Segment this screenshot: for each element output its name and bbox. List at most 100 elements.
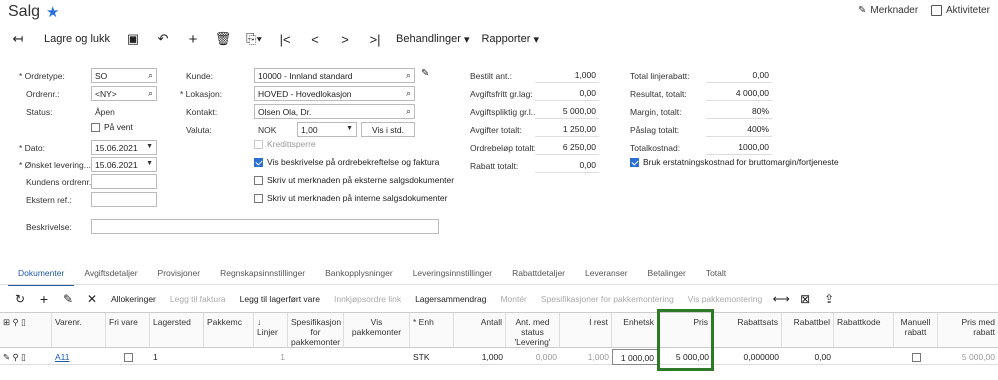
assembly-specs-button[interactable]: Spesifikasjoner for pakkemontering bbox=[534, 294, 681, 304]
cell-item[interactable]: A11 bbox=[52, 349, 106, 365]
add-icon[interactable]: + bbox=[178, 28, 208, 50]
col-disc-pct[interactable]: Rabattsats bbox=[712, 313, 782, 348]
col-manual-disc[interactable]: Manuell rabatt bbox=[894, 313, 938, 348]
taxable-label: Avgiftspliktig gr.l... bbox=[470, 107, 538, 117]
currency-label: Valuta: bbox=[186, 125, 212, 135]
save-icon[interactable]: ▣ bbox=[118, 28, 148, 50]
customer-label: Kunde: bbox=[186, 71, 213, 81]
order-total-label: Ordrebeløp totalt: bbox=[470, 143, 537, 153]
search-icon: ⌕ bbox=[405, 106, 411, 116]
col-spec[interactable]: Spesifikasjon for pakkemonter bbox=[288, 313, 344, 348]
col-qty[interactable]: Antall bbox=[454, 313, 506, 348]
location-label: Lokasjon: bbox=[180, 89, 222, 99]
discount-total-label: Rabatt totalt: bbox=[470, 161, 519, 171]
activities-button[interactable]: Aktiviteter bbox=[931, 5, 990, 16]
order-nbr-label: Ordrenr.: bbox=[26, 89, 60, 99]
location-field[interactable]: HOVED - Hovedlokasjon ⌕ bbox=[254, 86, 415, 101]
external-ref-field[interactable] bbox=[91, 192, 157, 207]
col-warehouse[interactable]: Lagersted bbox=[150, 313, 204, 348]
use-replacement-cost-checkbox[interactable]: Bruk erstatningskostnad for bruttomargin… bbox=[630, 157, 839, 167]
customer-ref-field[interactable] bbox=[91, 174, 157, 189]
on-hold-checkbox[interactable]: På vent bbox=[91, 122, 133, 132]
col-line[interactable]: ↓ Linjer bbox=[254, 313, 288, 348]
edit-icon[interactable]: ✎ bbox=[421, 68, 429, 79]
cell-unit-price[interactable]: 1 000,00 bbox=[612, 349, 658, 365]
save-close-button[interactable]: Lagre og lukk bbox=[36, 28, 118, 50]
inventory-summary-button[interactable]: Lagersammendrag bbox=[408, 294, 493, 304]
status-label: Status: bbox=[26, 107, 53, 117]
col-uom[interactable]: Enh bbox=[410, 313, 454, 348]
order-type-label: Ordretype: bbox=[19, 71, 65, 81]
col-free[interactable]: Fri vare bbox=[106, 313, 150, 348]
markup-label: Påslag totalt: bbox=[630, 125, 680, 135]
requested-date-field[interactable]: 15.06.2021 ▼ bbox=[91, 157, 157, 172]
upload-icon[interactable]: ⇪ bbox=[817, 292, 841, 306]
col-item[interactable]: Varenr. bbox=[52, 313, 106, 348]
cell-disc-pct[interactable]: 0,000000 bbox=[712, 349, 782, 365]
last-record-icon[interactable]: >| bbox=[360, 28, 390, 50]
external-ref-label: Ekstern ref.: bbox=[26, 195, 72, 205]
favorite-star-icon[interactable]: ★ bbox=[46, 3, 59, 21]
profit-value: 4 000,00 bbox=[706, 86, 772, 101]
previous-record-icon[interactable]: < bbox=[300, 28, 330, 50]
cell-ext-price: 5 000,00 bbox=[961, 352, 995, 362]
show-assembly-button[interactable]: Vis pakkemontering bbox=[681, 294, 770, 304]
assemble-button[interactable]: Montér bbox=[493, 294, 533, 304]
cell-warehouse[interactable]: 1 bbox=[150, 349, 204, 365]
export-excel-icon[interactable]: ⊠ bbox=[793, 292, 817, 306]
search-icon: ⌕ bbox=[405, 88, 411, 98]
rate-field[interactable]: 1,00 ▼ bbox=[297, 122, 357, 137]
print-note-external-checkbox[interactable]: Skriv ut merknaden på eksterne salgsdoku… bbox=[254, 175, 454, 185]
next-record-icon[interactable]: > bbox=[330, 28, 360, 50]
back-arrow-icon[interactable]: ↤ bbox=[0, 28, 36, 50]
tax-total-label: Avgifter totalt: bbox=[470, 125, 522, 135]
show-desc-checkbox[interactable]: Vis beskrivelse på ordrebekreftelse og f… bbox=[254, 157, 439, 167]
col-disc-code[interactable]: Rabattkode bbox=[834, 313, 894, 348]
first-record-icon[interactable]: |< bbox=[270, 28, 300, 50]
tax-exempt-label: Avgiftsfritt gr.lag: bbox=[470, 89, 533, 99]
col-open[interactable]: I rest bbox=[560, 313, 612, 348]
col-disc-amt[interactable]: Rabattbel bbox=[782, 313, 834, 348]
contact-field[interactable]: Olsen Ola, Dr. ⌕ bbox=[254, 104, 415, 119]
copy-paste-icon[interactable]: ⎘▾ bbox=[238, 28, 270, 50]
tax-exempt-value: 0,00 bbox=[535, 86, 599, 101]
chevron-down-icon: ▼ bbox=[146, 160, 153, 167]
add-row-icon[interactable]: + bbox=[32, 291, 56, 307]
cell-free-checkbox[interactable] bbox=[106, 349, 150, 365]
col-unit-price[interactable]: Enhetsk bbox=[612, 313, 658, 348]
edit-row-icon[interactable]: ✎ bbox=[56, 292, 80, 306]
search-icon: ⌕ bbox=[147, 88, 153, 98]
description-field[interactable] bbox=[91, 219, 439, 234]
add-invoice-button[interactable]: Legg til faktura bbox=[163, 294, 233, 304]
taxable-value: 5 000,00 bbox=[535, 104, 599, 119]
reports-menu[interactable]: Rapporter ▾ bbox=[475, 28, 545, 50]
print-note-internal-checkbox[interactable]: Skriv ut merknaden på interne salgsdokum… bbox=[254, 193, 447, 203]
row-icons: ✎ ⚲ ▯ bbox=[3, 352, 26, 362]
date-field[interactable]: 15.06.2021 ▼ bbox=[91, 140, 157, 155]
po-link-button[interactable]: Innkjøpsordre link bbox=[327, 294, 408, 304]
add-stock-item-button[interactable]: Legg til lagerført vare bbox=[233, 294, 327, 304]
col-ext-price[interactable]: Pris med rabatt bbox=[938, 313, 998, 348]
margin-value: 80% bbox=[706, 104, 772, 119]
col-show[interactable]: Vis pakkemonter bbox=[344, 313, 410, 348]
table-row[interactable]: ✎ ⚲ ▯ A11 1 1 STK 1,000 0,000 1,000 1 00… bbox=[0, 349, 998, 365]
cell-manual-disc-checkbox[interactable] bbox=[894, 349, 938, 365]
customer-field[interactable]: 10000 - Innland standard ⌕ bbox=[254, 68, 415, 83]
allocations-button[interactable]: Allokeringer bbox=[104, 294, 163, 304]
notes-button[interactable]: ✎ Merknader bbox=[858, 5, 918, 16]
chevron-down-icon: ▼ bbox=[146, 143, 153, 150]
col-qty-ship[interactable]: Ant. med status 'Levering' bbox=[506, 313, 560, 348]
col-pack[interactable]: Pakkemc bbox=[204, 313, 254, 348]
undo-icon[interactable]: ↶ bbox=[148, 28, 178, 50]
cell-qty[interactable]: 1,000 bbox=[454, 349, 506, 365]
delete-icon[interactable]: 🗑 bbox=[208, 28, 238, 50]
cell-uom[interactable]: STK bbox=[410, 349, 454, 365]
order-nbr-field[interactable]: <NY> ⌕ bbox=[91, 86, 157, 101]
view-base-button[interactable]: Vis i std. bbox=[361, 122, 415, 137]
order-type-field[interactable]: SO ⌕ bbox=[91, 68, 157, 83]
delete-row-icon[interactable]: ✕ bbox=[80, 292, 104, 306]
actions-menu[interactable]: Behandlinger ▾ bbox=[390, 28, 475, 50]
refresh-icon[interactable]: ↻ bbox=[8, 292, 32, 306]
cell-disc-amt[interactable]: 0,00 bbox=[782, 349, 834, 365]
fit-columns-icon[interactable]: ⟷ bbox=[769, 292, 793, 306]
